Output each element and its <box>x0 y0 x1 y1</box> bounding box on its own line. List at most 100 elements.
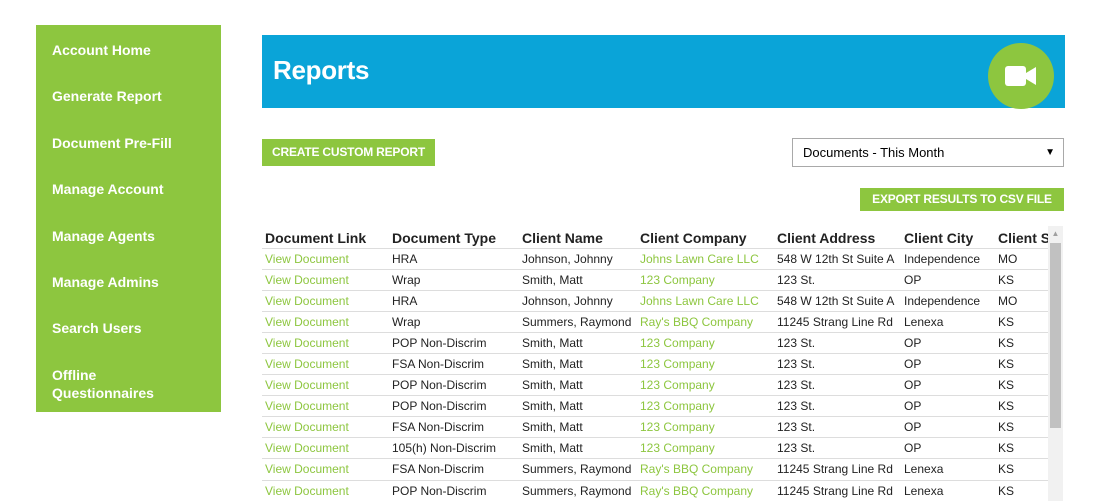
document-link[interactable]: View Document <box>262 247 389 270</box>
client-address: 123 St. <box>774 374 901 396</box>
export-csv-button[interactable]: EXPORT RESULTS TO CSV FILE <box>860 188 1064 211</box>
sidebar-item-document-pre-fill[interactable]: Document Pre-Fill <box>36 132 221 178</box>
table-row: View Document FSA Non-Discrim Smith, Matt 1… <box>262 352 1062 375</box>
client-name: Summers, Raymond <box>519 458 637 481</box>
client-company[interactable]: 123 Company <box>637 437 774 459</box>
client-address: 123 St. <box>774 352 901 375</box>
report-filter-select[interactable]: Documents - This Month ▼ <box>792 138 1064 167</box>
client-company[interactable]: Johns Lawn Care LLC <box>637 247 774 270</box>
video-camera-icon <box>1005 66 1036 86</box>
scrollbar-thumb[interactable] <box>1050 243 1061 428</box>
page-header: Reports <box>262 35 1065 109</box>
document-link[interactable]: View Document <box>262 479 389 501</box>
sidebar-item-offline-questionnaires[interactable]: Offline Questionnaires <box>36 364 176 410</box>
client-company[interactable]: 123 Company <box>637 374 774 396</box>
chevron-down-icon: ▼ <box>1045 147 1055 158</box>
table-row: View Document FSA Non-Discrim Smith, Matt 1… <box>262 416 1062 438</box>
client-address: 123 St. <box>774 437 901 459</box>
client-company[interactable]: 123 Company <box>637 395 774 417</box>
client-name: Smith, Matt <box>519 352 637 375</box>
client-city: Lenexa <box>901 310 995 333</box>
sidebar-item-manage-agents[interactable]: Manage Agents <box>36 225 221 271</box>
document-link[interactable]: View Document <box>262 458 389 481</box>
client-company[interactable]: 123 Company <box>637 352 774 375</box>
client-company[interactable]: Ray's BBQ Company <box>637 310 774 333</box>
table-row: View Document POP Non-Discrim Smith, Matt 1… <box>262 331 1062 354</box>
column-header[interactable]: Document Link <box>262 226 389 248</box>
document-type: POP Non-Discrim <box>389 479 519 501</box>
client-company[interactable]: 123 Company <box>637 416 774 438</box>
column-header[interactable]: Client Company <box>637 226 774 248</box>
client-address: 11245 Strang Line Rd <box>774 310 901 333</box>
column-header[interactable]: Client City <box>901 226 995 248</box>
document-type: Wrap <box>389 268 519 291</box>
client-name: Smith, Matt <box>519 331 637 354</box>
sidebar-item-label: Search Users <box>52 320 142 337</box>
client-address: 11245 Strang Line Rd <box>774 458 901 481</box>
results-table-container: Document Link Document Type Client Name … <box>262 226 1063 501</box>
document-type: FSA Non-Discrim <box>389 458 519 481</box>
client-address: 548 W 12th St Suite A <box>774 289 901 312</box>
client-address: 123 St. <box>774 395 901 417</box>
results-table: Document Link Document Type Client Name … <box>262 226 1062 501</box>
client-city: OP <box>901 352 995 375</box>
create-custom-report-button[interactable]: CREATE CUSTOM REPORT <box>262 139 435 166</box>
sidebar-item-label: Manage Agents <box>52 227 155 244</box>
sidebar-item-manage-admins[interactable]: Manage Admins <box>36 271 221 317</box>
table-body: View Document HRA Johnson, Johnny Johns Law… <box>262 247 1062 501</box>
document-type: POP Non-Discrim <box>389 395 519 417</box>
document-link[interactable]: View Document <box>262 395 389 417</box>
table-row: View Document Wrap Smith, Matt 123 Company 1… <box>262 268 1062 291</box>
client-company[interactable]: 123 Company <box>637 331 774 354</box>
client-city: OP <box>901 374 995 396</box>
sidebar-item-account-home[interactable]: Account Home <box>36 39 221 85</box>
sidebar-item-manage-account[interactable]: Manage Account <box>36 178 221 224</box>
document-type: FSA Non-Discrim <box>389 416 519 438</box>
document-type: FSA Non-Discrim <box>389 352 519 375</box>
document-link[interactable]: View Document <box>262 352 389 375</box>
page-title: Reports <box>273 55 370 85</box>
sidebar: Account Home Generate Report Document Pr… <box>36 25 221 412</box>
sidebar-item-search-users[interactable]: Search Users <box>36 317 221 363</box>
scroll-up-arrow-icon[interactable]: ▲ <box>1048 226 1063 241</box>
sidebar-item-label: Manage Admins <box>52 273 159 290</box>
client-company[interactable]: 123 Company <box>637 268 774 291</box>
client-name: Smith, Matt <box>519 395 637 417</box>
document-type: HRA <box>389 289 519 312</box>
document-type: Wrap <box>389 310 519 333</box>
document-link[interactable]: View Document <box>262 289 389 312</box>
document-link[interactable]: View Document <box>262 437 389 459</box>
table-row: View Document Wrap Summers, Raymond Ray's B… <box>262 310 1062 333</box>
column-header[interactable]: Client Address <box>774 226 901 248</box>
client-company[interactable]: Ray's BBQ Company <box>637 458 774 481</box>
document-link[interactable]: View Document <box>262 310 389 333</box>
table-scrollbar[interactable]: ▲ <box>1048 226 1063 501</box>
client-city: OP <box>901 268 995 291</box>
sidebar-item-generate-report[interactable]: Generate Report <box>36 85 221 131</box>
client-city: OP <box>901 331 995 354</box>
document-link[interactable]: View Document <box>262 268 389 291</box>
client-address: 123 St. <box>774 331 901 354</box>
table-header-row: Document Link Document Type Client Name … <box>262 226 1062 248</box>
client-company[interactable]: Ray's BBQ Company <box>637 479 774 501</box>
sidebar-item-label: Manage Account <box>52 181 164 198</box>
document-link[interactable]: View Document <box>262 416 389 438</box>
client-name: Smith, Matt <box>519 416 637 438</box>
client-address: 123 St. <box>774 416 901 438</box>
document-type: POP Non-Discrim <box>389 374 519 396</box>
client-name: Smith, Matt <box>519 374 637 396</box>
column-header[interactable]: Client Name <box>519 226 637 248</box>
client-name: Smith, Matt <box>519 268 637 291</box>
client-company[interactable]: Johns Lawn Care LLC <box>637 289 774 312</box>
client-address: 123 St. <box>774 268 901 291</box>
document-type: HRA <box>389 247 519 270</box>
document-link[interactable]: View Document <box>262 331 389 354</box>
table-row: View Document HRA Johnson, Johnny Johns Law… <box>262 247 1062 270</box>
document-link[interactable]: View Document <box>262 374 389 396</box>
video-button[interactable] <box>988 43 1054 109</box>
column-header[interactable]: Document Type <box>389 226 519 248</box>
table-row: View Document HRA Johnson, Johnny Johns Law… <box>262 289 1062 312</box>
client-city: OP <box>901 416 995 438</box>
table-row: View Document POP Non-Discrim Smith, Matt 1… <box>262 374 1062 396</box>
client-address: 548 W 12th St Suite A <box>774 247 901 270</box>
